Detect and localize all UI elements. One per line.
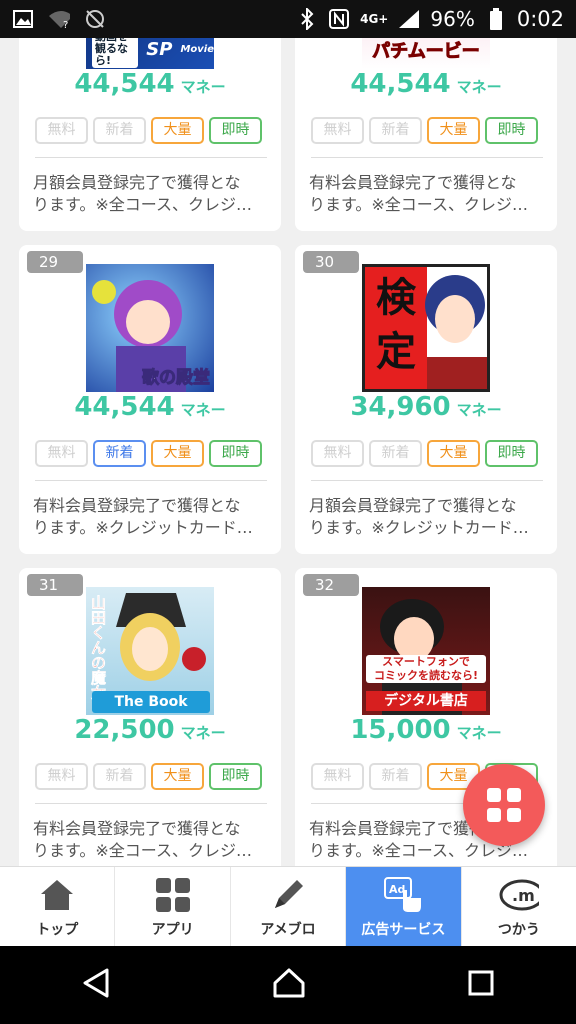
recents-icon[interactable] xyxy=(467,969,495,1001)
divider xyxy=(35,157,267,158)
offer-description: 有料会員登録完了で獲得とな ります。※全コース、クレジ… xyxy=(33,819,253,860)
character-illustration xyxy=(425,275,487,389)
reward-amount: 44,544 マネー xyxy=(74,69,226,99)
offer-card[interactable]: 29 歌の殿堂 44,544 マネー 無料 新着 大量 即時 有料会員登録完了で獲… xyxy=(19,245,281,554)
tag-free: 無料 xyxy=(311,117,364,144)
grid-menu-icon xyxy=(487,788,521,822)
tag-new: 新着 xyxy=(93,440,146,467)
money-coin-icon: .m xyxy=(499,875,539,915)
tag-big: 大量 xyxy=(151,440,204,467)
status-bar: ? 4G+ 96% 0:02 xyxy=(0,0,576,38)
divider xyxy=(35,480,267,481)
tag-free: 無料 xyxy=(35,763,88,790)
svg-text:Ad: Ad xyxy=(389,883,405,896)
offer-card[interactable]: 31 山田くんの魔女 The Book 22,500 マネー 無料 新着 大量 即… xyxy=(19,568,281,866)
tag-new: 新着 xyxy=(93,763,146,790)
tag-instant: 即時 xyxy=(485,117,538,144)
apps-grid-icon xyxy=(153,875,193,915)
tab-top[interactable]: トップ xyxy=(0,867,116,946)
clock: 0:02 xyxy=(516,7,564,31)
menu-fab-button[interactable] xyxy=(463,764,545,846)
tag-big: 大量 xyxy=(151,763,204,790)
tag-free: 無料 xyxy=(311,763,364,790)
battery-icon xyxy=(485,8,507,30)
battery-percent: 96% xyxy=(430,7,475,31)
sync-off-icon xyxy=(84,8,106,30)
tag-instant: 即時 xyxy=(209,117,262,144)
tag-instant: 即時 xyxy=(485,440,538,467)
tag-new: 新着 xyxy=(369,117,422,144)
ad-touch-icon: Ad xyxy=(383,875,423,915)
tag-instant: 即時 xyxy=(209,763,262,790)
tag-big: 大量 xyxy=(151,117,204,144)
tag-free: 無料 xyxy=(311,440,364,467)
image-notification-icon xyxy=(12,8,34,30)
tag-big: 大量 xyxy=(427,440,480,467)
bottom-tab-bar: トップ アプリ アメブロ Ad 広告サービス .m つかう xyxy=(0,866,576,946)
rank-badge: 30 xyxy=(303,251,359,273)
offer-banner[interactable]: 山田くんの魔女 The Book xyxy=(86,587,214,715)
divider xyxy=(35,803,267,804)
offer-banner[interactable]: 歌の殿堂 xyxy=(86,264,214,392)
tag-new: 新着 xyxy=(369,440,422,467)
rank-badge: 29 xyxy=(27,251,83,273)
tag-free: 無料 xyxy=(35,440,88,467)
offer-card[interactable]: 動画を観るなら! SPMovie 44,544マネー 無料 新着 大量 即時 月… xyxy=(19,38,281,231)
offer-banner[interactable]: スマートフォンで コミックを読むなら! デジタル書店 xyxy=(362,587,490,715)
tab-label: アプリ xyxy=(151,921,194,938)
svg-text:?: ? xyxy=(63,20,68,29)
offer-banner[interactable]: パチムービー xyxy=(362,38,490,69)
offer-description: 月額会員登録完了で獲得とな ります。※クレジットカード… xyxy=(309,496,529,537)
wifi-unknown-icon: ? xyxy=(48,8,70,30)
rank-badge: 32 xyxy=(303,574,359,596)
offer-description: 有料会員登録完了で獲得とな ります。※クレジットカード… xyxy=(33,496,253,537)
back-icon[interactable] xyxy=(81,968,111,1002)
reward-amount: 44,544 マネー xyxy=(74,392,226,422)
svg-text:.m: .m xyxy=(512,886,535,905)
tag-new: 新着 xyxy=(369,763,422,790)
nfc-icon xyxy=(328,8,350,30)
offer-description: 有料会員登録完了で獲得とな ります。※全コース、クレジ… xyxy=(309,173,529,214)
tag-big: 大量 xyxy=(427,117,480,144)
offer-banner[interactable]: 検定 xyxy=(362,264,490,392)
rank-badge: 31 xyxy=(27,574,83,596)
reward-amount: 44,544 マネー xyxy=(350,69,502,99)
tab-label: 広告サービス xyxy=(361,921,446,938)
offer-card[interactable]: パチムービー 44,544 マネー 無料 新着 大量 即時 有料会員登録完了で獲得… xyxy=(295,38,557,231)
tab-use[interactable]: .m つかう xyxy=(462,867,576,946)
reward-amount: 34,960 マネー xyxy=(350,392,502,422)
tag-free: 無料 xyxy=(35,117,88,144)
divider xyxy=(311,157,543,158)
tab-ad-service[interactable]: Ad 広告サービス xyxy=(346,867,462,946)
bluetooth-icon xyxy=(296,8,318,30)
tab-ameblo[interactable]: アメブロ xyxy=(231,867,347,946)
tag-instant: 即時 xyxy=(209,440,262,467)
offer-banner[interactable]: 動画を観るなら! SPMovie xyxy=(86,38,214,69)
tab-label: トップ xyxy=(36,921,79,938)
system-nav-bar xyxy=(0,946,576,1024)
signal-icon xyxy=(398,8,420,30)
network-type: 4G+ xyxy=(360,12,389,26)
reward-amount: 15,000 マネー xyxy=(350,715,502,745)
pen-icon xyxy=(268,875,308,915)
offer-card[interactable]: 30 検定 34,960 マネー 無料 新着 大量 即時 月額会員登録完了で獲得と… xyxy=(295,245,557,554)
tag-new: 新着 xyxy=(93,117,146,144)
reward-amount: 22,500 マネー xyxy=(74,715,226,745)
home-button-icon[interactable] xyxy=(273,967,305,1003)
tab-label: アメブロ xyxy=(260,921,316,938)
tab-apps[interactable]: アプリ xyxy=(115,867,231,946)
offer-description: 月額会員登録完了で獲得とな ります。※全コース、クレジ… xyxy=(33,173,253,214)
offer-list: 動画を観るなら! SPMovie 44,544マネー 無料 新着 大量 即時 月… xyxy=(0,38,576,866)
divider xyxy=(311,480,543,481)
tab-label: つかう xyxy=(497,921,540,938)
home-icon xyxy=(37,875,77,915)
